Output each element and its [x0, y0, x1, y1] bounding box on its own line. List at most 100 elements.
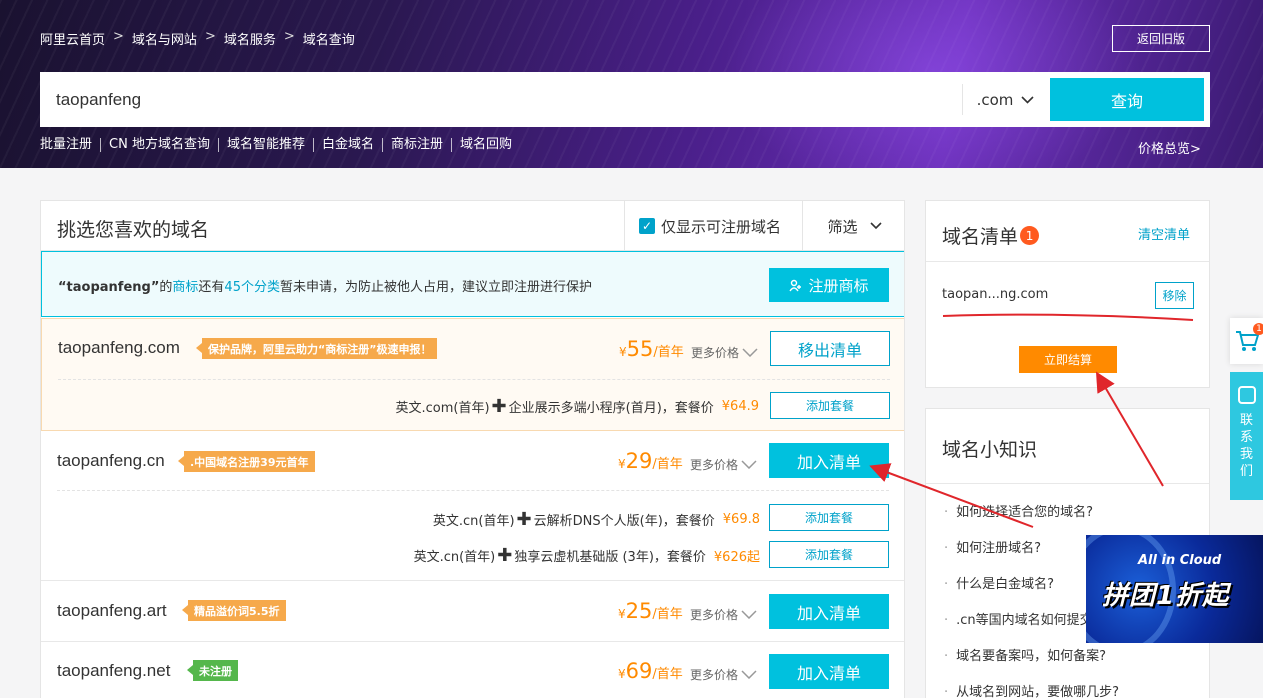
tip-link[interactable]: 从域名到网站，要做哪几步?: [944, 681, 1119, 698]
domain-row-art: taopanfeng.art 精品溢价词5.5折 ¥25/首年 更多价格 加入清…: [41, 582, 904, 642]
notice-text-part: 还有: [198, 280, 225, 295]
quick-link-bulk-register[interactable]: 批量注册: [40, 138, 100, 152]
notice-text-part: 的: [159, 280, 173, 295]
more-prices-label: 更多价格: [690, 608, 739, 622]
checkbox-checked-icon[interactable]: ✓: [639, 218, 655, 234]
more-prices-link[interactable]: 更多价格: [690, 606, 757, 623]
more-prices-link[interactable]: 更多价格: [690, 456, 757, 473]
notice-text: “taopanfeng”的商标还有45个分类暂未申请，为防止被他人占用，建议立即…: [58, 276, 592, 295]
tip-link[interactable]: 域名要备案吗，如何备案?: [944, 645, 1106, 664]
tip-link[interactable]: 如何选择适合您的域名?: [944, 501, 1093, 520]
more-prices-label: 更多价格: [691, 346, 740, 360]
currency-symbol: ¥: [618, 607, 626, 621]
contact-char: 系: [1239, 430, 1253, 445]
results-title: 挑选您喜欢的域名: [57, 219, 210, 241]
notice-name: “taopanfeng”: [58, 280, 160, 295]
package-right: 云解析DNS个人版(年)，套餐价: [533, 514, 715, 529]
domain-price: ¥55/首年: [619, 337, 684, 361]
breadcrumb-domains-sites[interactable]: 域名与网站: [132, 29, 197, 48]
register-trademark-label: 注册商标: [808, 276, 869, 295]
contact-us-button[interactable]: 联 系 我 们: [1230, 372, 1263, 500]
currency-symbol: ¥: [618, 457, 626, 471]
only-available-toggle[interactable]: ✓ 仅显示可注册域名: [624, 201, 802, 251]
add-package-button[interactable]: 添加套餐: [769, 541, 889, 568]
price-unit: /首年: [652, 457, 683, 472]
chevron-down-icon: [869, 222, 882, 230]
search-bar: .com 查询: [40, 72, 1210, 127]
tip-link[interactable]: 什么是白金域名?: [944, 573, 1054, 592]
contact-char: 我: [1239, 447, 1253, 462]
currency-symbol: ¥: [618, 667, 626, 681]
plus-icon: ✚: [516, 508, 532, 530]
domain-name: taopanfeng.art: [57, 601, 167, 620]
add-package-button[interactable]: 添加套餐: [769, 504, 889, 531]
more-prices-link[interactable]: 更多价格: [690, 666, 757, 683]
package-price: ¥69.8: [722, 512, 760, 527]
domain-price: ¥29/首年: [618, 449, 683, 473]
ad-subtitle: All in Cloud: [1138, 553, 1222, 568]
domain-name: taopanfeng.cn: [57, 451, 165, 470]
ad-headline: 拼团1折起: [1102, 581, 1230, 611]
breadcrumb-home[interactable]: 阿里云首页: [40, 29, 105, 48]
plus-icon: ✚: [497, 544, 513, 566]
notice-text-part: 暂未申请，为防止被他人占用，建议立即注册进行保护: [279, 280, 592, 295]
breadcrumb-separator: >: [283, 29, 295, 44]
search-input[interactable]: [56, 72, 936, 127]
package-offer: 英文.com(首年) ✚ 企业展示多端小程序(首月)，套餐价 ¥64.9: [395, 397, 759, 416]
tld-value: .com: [976, 90, 1014, 109]
tld-select[interactable]: .com: [962, 84, 1048, 115]
row-divider: [58, 379, 890, 380]
remove-from-list-button[interactable]: 移出清单: [770, 331, 890, 366]
package-price: ¥626起: [713, 550, 760, 565]
more-prices-label: 更多价格: [690, 668, 739, 682]
domain-price: ¥25/首年: [618, 599, 683, 623]
query-button[interactable]: 查询: [1050, 78, 1204, 121]
clear-cart-link[interactable]: 清空清单: [1138, 224, 1190, 243]
more-prices-link[interactable]: 更多价格: [691, 344, 758, 361]
add-package-button[interactable]: 添加套餐: [770, 392, 890, 419]
categories-link[interactable]: 45个分类: [224, 280, 280, 295]
domain-price: ¥69/首年: [618, 659, 683, 683]
tip-link[interactable]: 如何注册域名?: [944, 537, 1041, 556]
price-unit: /首年: [652, 607, 683, 622]
breadcrumb-domain-query: 域名查询: [302, 33, 355, 48]
tip-link[interactable]: .cn等国内域名如何提交: [944, 609, 1093, 628]
only-available-label: 仅显示可注册域名: [661, 217, 782, 236]
register-trademark-button[interactable]: 注册商标: [769, 268, 889, 302]
quick-link-buyback[interactable]: 域名回购: [451, 138, 520, 152]
add-to-list-button[interactable]: 加入清单: [769, 594, 889, 629]
trademark-notice: “taopanfeng”的商标还有45个分类暂未申请，为防止被他人占用，建议立即…: [41, 251, 904, 317]
cart-title: 域名清单 1: [942, 222, 1040, 249]
quick-link-trademark[interactable]: 商标注册: [381, 138, 451, 152]
breadcrumb-domain-service[interactable]: 域名服务: [224, 29, 276, 48]
hero-banner: 阿里云首页 > 域名与网站 > 域名服务 > 域名查询 返回旧版 .com 查询…: [0, 0, 1263, 168]
chevron-down-icon: [741, 460, 757, 469]
domain-name: taopanfeng.com: [58, 338, 180, 357]
package-offer: 英文.cn(首年) ✚ 云解析DNS个人版(年)，套餐价 ¥69.8: [433, 510, 760, 529]
package-left: 英文.cn(首年): [413, 550, 496, 565]
price-value: 69: [625, 659, 653, 683]
cart-remove-button[interactable]: 移除: [1155, 282, 1194, 309]
old-version-button[interactable]: 返回旧版: [1112, 25, 1210, 52]
quick-link-cn-local[interactable]: CN 地方域名查询: [100, 138, 218, 152]
chevron-down-icon: [742, 348, 758, 357]
price-overview-link[interactable]: 价格总览>: [1138, 138, 1201, 157]
price-value: 55: [626, 337, 654, 361]
quick-link-smart-recommend[interactable]: 域名智能推荐: [217, 138, 313, 152]
side-cart-button[interactable]: 1: [1230, 318, 1263, 364]
checkout-button[interactable]: 立即结算: [1019, 346, 1117, 373]
add-to-list-button[interactable]: 加入清单: [769, 443, 889, 478]
tips-divider: [926, 483, 1209, 484]
chevron-down-icon: [741, 610, 757, 619]
domain-name: taopanfeng.net: [57, 661, 171, 680]
add-to-list-button[interactable]: 加入清单: [769, 654, 889, 689]
trademark-link[interactable]: 商标: [172, 280, 198, 295]
package-right: 企业展示多端小程序(首月)，套餐价: [508, 401, 714, 416]
domain-results-panel: 挑选您喜欢的域名 ✓ 仅显示可注册域名 筛选 “taopanfeng”的商标还有…: [40, 200, 905, 698]
filter-dropdown[interactable]: 筛选: [802, 201, 904, 251]
quick-link-platinum[interactable]: 白金域名: [312, 138, 382, 152]
filter-label: 筛选: [827, 217, 858, 236]
package-left: 英文.com(首年): [395, 401, 490, 416]
promo-ad-banner[interactable]: All in Cloud 拼团1折起: [1086, 535, 1263, 643]
plus-icon: ✚: [491, 395, 507, 417]
